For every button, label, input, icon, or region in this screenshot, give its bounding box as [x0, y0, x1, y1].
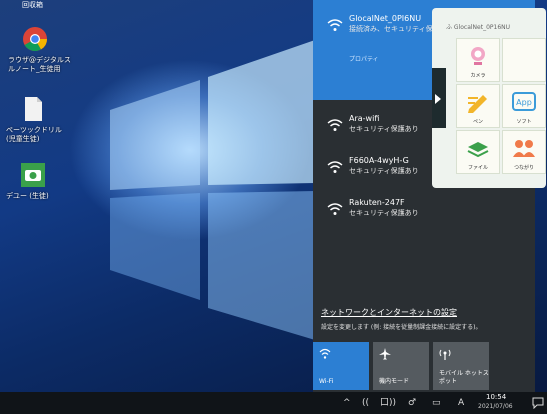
camera-app-icon: [21, 163, 45, 187]
taskbar: ^ (( 口)) ♂ ▭ A 10:54 2021/07/06: [0, 392, 547, 414]
network-settings-description: 設定を変更します (例: 接続を従量制課金接続に設定する)。: [321, 324, 482, 331]
network-tray-icon[interactable]: ((: [362, 396, 369, 410]
wifi-signal-icon: [327, 119, 343, 131]
launcher-app-camera[interactable]: カメラ: [456, 38, 500, 82]
desktop-icon-label: ぺーツックドリル: [6, 126, 62, 134]
svg-text:App: App: [516, 98, 532, 107]
airplane-icon: [379, 348, 391, 360]
desktop-icon-label: (児童生徒): [6, 135, 40, 143]
network-ssid: Ara-wifi: [349, 114, 380, 123]
wifi-signal-icon: [327, 203, 343, 215]
desktop-icon-browser[interactable]: ラウザ@デジタルス ルノート_生徒用: [8, 26, 72, 74]
launcher-app-blank[interactable]: [502, 38, 546, 82]
windows-logo-wallpaper: [110, 40, 315, 340]
launcher-app-pen[interactable]: ペン: [456, 84, 500, 128]
desktop-icon-label: ルノート_生徒用: [8, 65, 61, 73]
properties-link[interactable]: プロパティ: [349, 54, 379, 63]
network-settings-link[interactable]: ネットワークとインターネットの設定: [321, 307, 457, 318]
network-ssid: GlocalNet_0PI6NU: [349, 14, 422, 23]
wifi-signal-icon: [327, 161, 343, 173]
stack-icon: [467, 142, 489, 158]
desktop-icon-document[interactable]: ぺーツックドリル (児童生徒): [6, 96, 70, 144]
airplane-mode-tile[interactable]: 機内モード: [373, 342, 429, 390]
desktop-icon-label: ラウザ@デジタルス: [8, 56, 71, 64]
chevron-right-icon: [435, 94, 441, 104]
keyboard-icon[interactable]: ▭: [432, 396, 441, 410]
tile-label: ポット: [439, 378, 458, 385]
clock-time[interactable]: 10:54: [486, 393, 506, 401]
app-icon: App: [512, 92, 536, 111]
desktop-icon-camera-app[interactable]: デユー (生徒): [6, 162, 70, 201]
tile-label: Wi-Fi: [319, 378, 334, 385]
network-status: 接続済み、セキュリティ保: [349, 25, 433, 33]
wifi-toggle-tile[interactable]: Wi-Fi: [313, 342, 369, 390]
launcher-collapse-handle[interactable]: [432, 68, 446, 128]
network-status: セキュリティ保護あり: [349, 167, 419, 175]
desktop-top-label: 回収箱: [22, 1, 43, 9]
app-label: つながり: [513, 165, 534, 171]
network-ssid: Rakuten-247F: [349, 198, 405, 207]
launcher-app-files[interactable]: ファイル: [456, 130, 500, 174]
launcher-tabs: ふ GlocalNet_0P16NU: [446, 24, 511, 31]
app-label: ペン: [472, 119, 483, 125]
app-label: ソフト: [516, 119, 532, 125]
wifi-icon: [319, 348, 331, 359]
people-icon: [513, 140, 535, 157]
wifi-signal-icon: [327, 19, 343, 31]
desktop-icon-label: デユー (生徒): [6, 192, 49, 200]
app-launcher-panel: ふ GlocalNet_0P16NU カメラ ペン App ソフト ファイル つ…: [432, 8, 546, 188]
hotspot-icon: [439, 349, 451, 360]
show-hidden-icons-button[interactable]: ^: [343, 396, 351, 410]
network-status: セキュリティ保護あり: [349, 125, 419, 133]
document-icon: [25, 97, 42, 121]
launcher-app-soft[interactable]: App ソフト: [502, 84, 546, 128]
app-label: ファイル: [467, 165, 488, 171]
tile-label: 機内モード: [379, 378, 410, 385]
network-ssid: F660A-4wyH-G: [349, 156, 409, 165]
volume-icon[interactable]: 口)): [380, 396, 396, 410]
mobile-hotspot-tile[interactable]: モバイル ホットス ポット: [433, 342, 489, 390]
webcam-icon: [471, 47, 485, 65]
clock-date[interactable]: 2021/07/06: [478, 403, 513, 410]
network-status: セキュリティ保護あり: [349, 209, 419, 217]
pencil-icon: [468, 95, 487, 113]
launcher-app-people[interactable]: つながり: [502, 130, 546, 174]
action-center-icon[interactable]: [532, 397, 544, 409]
tile-label: モバイル ホットス: [439, 370, 489, 377]
pen-tray-icon[interactable]: ♂: [408, 396, 416, 410]
app-label: カメラ: [470, 73, 486, 79]
chrome-icon: [23, 27, 47, 52]
input-method-indicator[interactable]: A: [458, 396, 464, 410]
